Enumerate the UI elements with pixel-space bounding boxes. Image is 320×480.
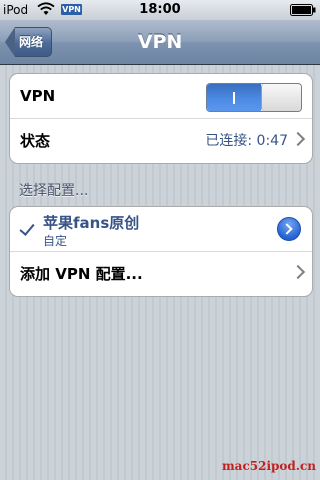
status-bar: iPod VPN 18:00: [0, 0, 320, 20]
add-vpn-config-row[interactable]: 添加 VPN 配置...: [10, 252, 312, 296]
config-row-selected[interactable]: 苹果fans原创 自定: [10, 207, 312, 252]
add-vpn-config-label: 添加 VPN 配置...: [20, 265, 143, 283]
watermark: mac52ipod.cn: [221, 459, 316, 473]
navigation-bar: 网络 VPN: [0, 20, 320, 65]
detail-disclosure-icon: [281, 223, 293, 235]
vpn-toggle[interactable]: [206, 83, 302, 112]
status-label: 状态: [20, 132, 51, 150]
config-name: 苹果fans原创: [43, 214, 140, 232]
toggle-knob[interactable]: [261, 84, 301, 111]
page-title: VPN: [137, 31, 183, 53]
choose-config-header: 选择配置...: [19, 183, 89, 199]
toggle-on-mark: [233, 91, 235, 104]
vpn-toggle-row: VPN: [10, 74, 312, 119]
clock: 18:00: [139, 2, 181, 17]
vpn-status-row[interactable]: 状态 已连接: 0:47: [10, 119, 312, 163]
battery-icon: [290, 4, 316, 19]
vpn-config-group: 苹果fans原创 自定 添加 VPN 配置...: [9, 206, 313, 297]
config-type: 自定: [43, 234, 68, 248]
vpn-settings-group: VPN 状态 已连接: 0:47: [9, 73, 313, 164]
chevron-right-icon: [290, 264, 306, 280]
chevron-right-icon: [290, 131, 306, 147]
vpn-label: VPN: [20, 87, 56, 105]
connection-status-value: 已连接: 0:47: [205, 133, 288, 149]
checkmark-icon: [19, 220, 35, 236]
toggle-on-segment: [207, 84, 261, 111]
detail-disclosure-button[interactable]: [277, 217, 301, 241]
